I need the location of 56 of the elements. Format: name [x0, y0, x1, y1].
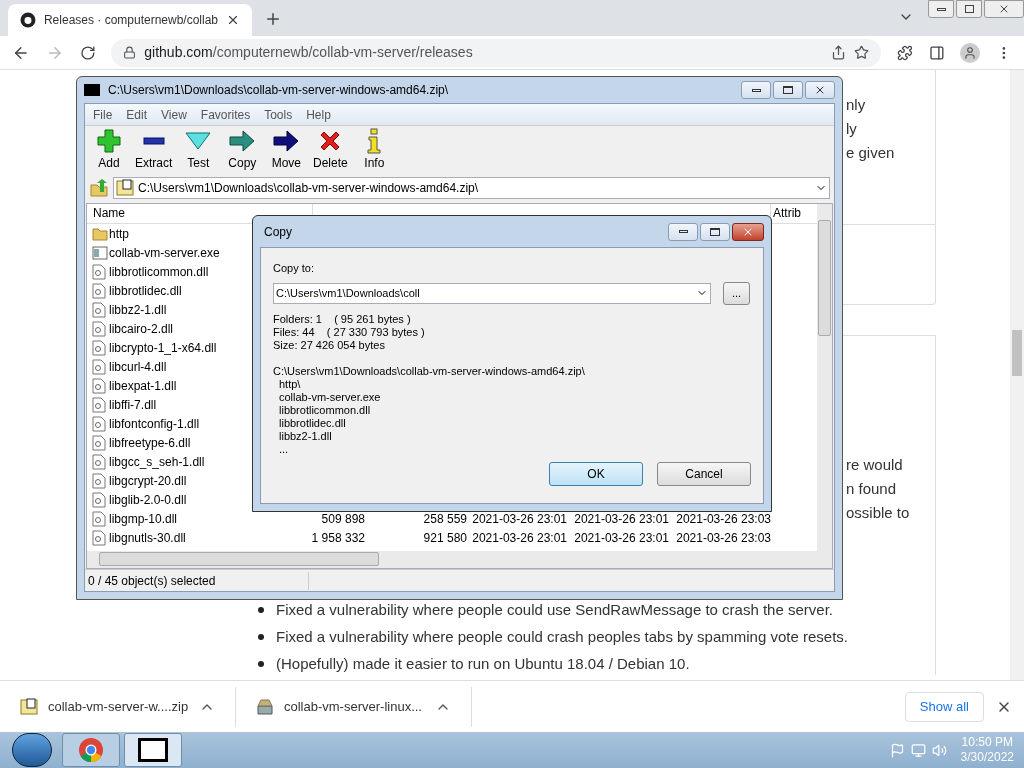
- file-name: libgnutls-30.dll: [109, 529, 186, 547]
- file-name: libexpat-1.dll: [109, 377, 177, 395]
- file-name: libglib-2.0-0.dll: [109, 491, 187, 509]
- file-name: libbz2-1.dll: [109, 301, 167, 319]
- download-filename: collab-vm-server-w....zip: [48, 697, 189, 716]
- body-text: re would: [846, 456, 904, 474]
- body-text: nly: [846, 96, 867, 114]
- file-name: libgmp-10.dll: [109, 510, 178, 528]
- date-cell-text: 2021-03-26 23:03: [675, 529, 771, 547]
- field-label: Copy to:: [273, 261, 315, 276]
- file-name: libbrotlicommon.dll: [109, 263, 209, 281]
- list-item-text: Fixed a vulnerability where people could crash peoples tabs by spamming vote resets.: [276, 627, 848, 646]
- item-text: ...: [278, 442, 290, 456]
- file-name: libcrypto-1_1-x64.dll: [109, 339, 217, 357]
- tab-title: Releases · computernewb/collab: [43, 12, 219, 29]
- file-name: libcurl-4.dll: [109, 358, 167, 376]
- date-cell-text: 2021-03-26 23:03: [675, 510, 771, 528]
- file-name: libffi-7.dll: [109, 396, 157, 414]
- body-text: e given: [846, 144, 896, 162]
- list-item-text: Fixed a vulnerability where people could use SendRawMessage to crash the server.: [276, 600, 833, 619]
- item-text: http\: [278, 377, 302, 391]
- packed-size-cell-text: 258 559: [422, 510, 467, 528]
- clock-date: 3/30/2022: [960, 750, 1014, 765]
- dialog-title: Copy: [264, 223, 292, 241]
- window-title: C:\Users\vm1\Downloads\collab-vm-server-windows-amd64.zip\: [108, 82, 449, 99]
- body-text: n found: [846, 480, 898, 498]
- item-text: libbrotlicommon.dll: [278, 403, 372, 417]
- size-cell-text: 509 898: [320, 510, 365, 528]
- date-cell-text: 2021-03-26 23:01: [471, 529, 567, 547]
- url-text: github.com/computernewb/collab-vm-server/releases: [144, 43, 473, 62]
- item-text: collab-vm-server.exe: [278, 390, 382, 404]
- file-name: http: [109, 225, 129, 243]
- packed-size-cell-text: 921 580: [422, 529, 467, 547]
- file-name: libcairo-2.dll: [109, 320, 174, 338]
- date-cell-text: 2021-03-26 23:01: [573, 529, 669, 547]
- source-path: C:\Users\vm1\Downloads\collab-vm-server-windows-amd64.zip\: [273, 364, 586, 378]
- size-cell-text: 1 958 332: [310, 529, 365, 547]
- file-name: libgcrypt-20.dll: [109, 472, 187, 490]
- stats-text: Folders: 1 ( 95 261 bytes ): [273, 312, 412, 326]
- file-name: libfreetype-6.dll: [109, 434, 191, 452]
- file-name: libgcc_s_seh-1.dll: [109, 453, 205, 471]
- clock-time: 10:50 PM: [961, 735, 1013, 750]
- download-filename: collab-vm-server-linux...: [284, 697, 422, 716]
- body-text: ly: [846, 120, 858, 138]
- item-text: libbz2-1.dll: [278, 429, 333, 443]
- file-name: libbrotlidec.dll: [109, 282, 182, 300]
- file-name: collab-vm-server.exe: [109, 244, 220, 262]
- status-text: 0 / 45 object(s) selected: [85, 571, 309, 590]
- item-text: libbrotlidec.dll: [278, 416, 347, 430]
- stats-text: Size: 27 426 054 bytes: [273, 338, 386, 352]
- body-text: ossible to: [846, 504, 911, 522]
- stats-text: Files: 44 ( 27 330 793 bytes ): [273, 325, 426, 339]
- date-cell-text: 2021-03-26 23:01: [471, 510, 567, 528]
- list-item-text: (Hopefully) made it easier to run on Ubuntu 18.04 / Debian 10.: [276, 654, 690, 673]
- file-name: libfontconfig-1.dll: [109, 415, 200, 433]
- date-cell-text: 2021-03-26 23:01: [573, 510, 669, 528]
